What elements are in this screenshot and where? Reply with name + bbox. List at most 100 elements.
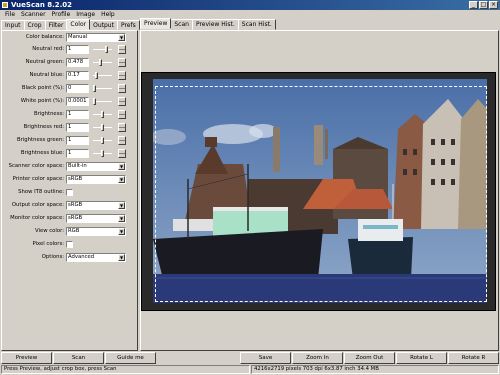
monitor-color-space-select[interactable]: sRGB ▼ [66,214,126,223]
brightness-blue-input[interactable]: 1 [66,149,89,158]
maximize-button[interactable]: □ [479,1,488,9]
neutral-red-spinner[interactable] [118,45,126,54]
black-point-input[interactable]: 0 [66,84,89,93]
scan-button[interactable]: Scan [53,352,104,364]
neutral-red-row: Neutral red: 1 [2,44,137,54]
slider-thumb[interactable] [95,72,98,79]
zoom-out-button[interactable]: Zoom Out [344,352,395,364]
color-settings-panel: Color balance: Manual ▼ Neutral red: 1 Ne… [1,30,138,351]
slider-thumb[interactable] [101,150,104,157]
slider-thumb[interactable] [101,111,104,118]
chevron-down-icon: ▼ [118,176,125,183]
zoom-in-button[interactable]: Zoom In [292,352,343,364]
white-point-input[interactable]: 0.0001 [66,97,89,106]
slider-thumb[interactable] [101,137,104,144]
brightness-input[interactable]: 1 [66,110,89,119]
button-bar: Preview Scan Guide me Save Zoom In Zoom … [0,352,500,364]
brightness-blue-spinner[interactable] [118,149,126,158]
brightness-red-input[interactable]: 1 [66,123,89,132]
brightness-blue-slider[interactable] [93,150,112,157]
chevron-down-icon: ▼ [118,254,125,261]
slider-thumb[interactable] [93,85,96,92]
crop-box[interactable] [155,86,487,302]
menu-file[interactable]: File [2,10,18,19]
black-point-spinner[interactable] [118,84,126,93]
brightness-red-spinner[interactable] [118,123,126,132]
slider-thumb[interactable] [105,46,108,53]
chevron-down-icon: ▼ [118,202,125,209]
slider-thumb[interactable] [93,98,96,105]
neutral-blue-slider[interactable] [93,72,112,79]
brightness-red-row: Brightness red: 1 [2,122,137,132]
tab-scan-hist[interactable]: Scan Hist. [237,19,276,30]
minimize-button[interactable]: _ [469,1,478,9]
menu-image[interactable]: Image [73,10,98,19]
neutral-blue-input[interactable]: 0.17 [66,71,89,80]
brightness-row: Brightness: 1 [2,109,137,119]
tab-color[interactable]: Color [66,19,91,30]
neutral-blue-spinner[interactable] [118,71,126,80]
black-point-row: Black point (%): 0 [2,83,137,93]
pixel-colors-row: Pixel colors: [2,239,137,249]
brightness-green-row: Brightness green: 1 [2,135,137,145]
scanner-color-space-label: Scanner color space: [8,163,64,169]
close-button[interactable]: × [489,1,498,9]
neutral-blue-row: Neutral blue: 0.17 [2,70,137,80]
options-select[interactable]: Advanced ▼ [66,253,126,262]
neutral-green-slider[interactable] [93,59,112,66]
black-point-slider[interactable] [93,85,112,92]
tab-input[interactable]: Input [1,20,25,30]
tab-preview-hist[interactable]: Preview Hist. [191,19,239,30]
brightness-green-input[interactable]: 1 [66,136,89,145]
brightness-slider[interactable] [93,111,112,118]
show-it8-outline-label: Show IT8 outline: [18,189,64,195]
options-row: Options: Advanced ▼ [2,252,137,262]
tab-scan[interactable]: Scan [170,19,193,30]
slider-thumb[interactable] [99,59,102,66]
neutral-green-label: Neutral green: [25,59,64,65]
slider-thumb[interactable] [101,124,104,131]
neutral-green-spinner[interactable] [118,58,126,67]
brightness-spinner[interactable] [118,110,126,119]
preview-button[interactable]: Preview [1,352,52,364]
brightness-red-slider[interactable] [93,124,112,131]
neutral-green-input[interactable]: 0.478 [66,58,89,67]
menu-profile[interactable]: Profile [49,10,74,19]
settings-tabs: Input Crop Filter Color Output Prefs [1,19,140,30]
tab-output[interactable]: Output [89,20,118,30]
pixel-colors-checkbox[interactable] [66,241,73,248]
white-point-slider[interactable] [93,98,112,105]
guide-me-button[interactable]: Guide me [105,352,156,364]
chevron-down-icon: ▼ [118,34,125,41]
save-button[interactable]: Save [240,352,291,364]
chevron-down-icon: ▼ [118,163,125,170]
scanner-color-space-select[interactable]: Built-in ▼ [66,162,126,171]
tab-prefs[interactable]: Prefs [116,20,140,30]
menu-help[interactable]: Help [98,10,118,19]
menu-scanner[interactable]: Scanner [18,10,49,19]
white-point-spinner[interactable] [118,97,126,106]
neutral-red-slider[interactable] [93,46,112,53]
neutral-green-row: Neutral green: 0.478 [2,57,137,67]
rotate-right-button[interactable]: Rotate R [448,352,499,364]
brightness-red-label: Brightness red: [23,124,64,130]
title-bar: VueScan 8.2.02 _ □ × [0,0,500,10]
show-it8-outline-checkbox[interactable] [66,189,73,196]
neutral-red-input[interactable]: 1 [66,45,89,54]
tab-preview[interactable]: Preview [140,18,172,29]
output-color-space-row: Output color space: sRGB ▼ [2,200,137,210]
window-title: VueScan 8.2.02 [11,1,73,9]
brightness-green-slider[interactable] [93,137,112,144]
printer-color-space-select[interactable]: sRGB ▼ [66,175,126,184]
rotate-left-button[interactable]: Rotate L [396,352,447,364]
monitor-color-space-row: Monitor color space: sRGB ▼ [2,213,137,223]
tab-filter[interactable]: Filter [44,20,68,30]
view-color-select[interactable]: RGB ▼ [66,227,126,236]
chevron-down-icon: ▼ [118,228,125,235]
output-color-space-select[interactable]: sRGB ▼ [66,201,126,210]
tab-crop[interactable]: Crop [23,20,46,30]
color-balance-select[interactable]: Manual ▼ [66,33,126,42]
app-icon [2,2,8,8]
options-label: Options: [41,254,64,260]
brightness-green-spinner[interactable] [118,136,126,145]
